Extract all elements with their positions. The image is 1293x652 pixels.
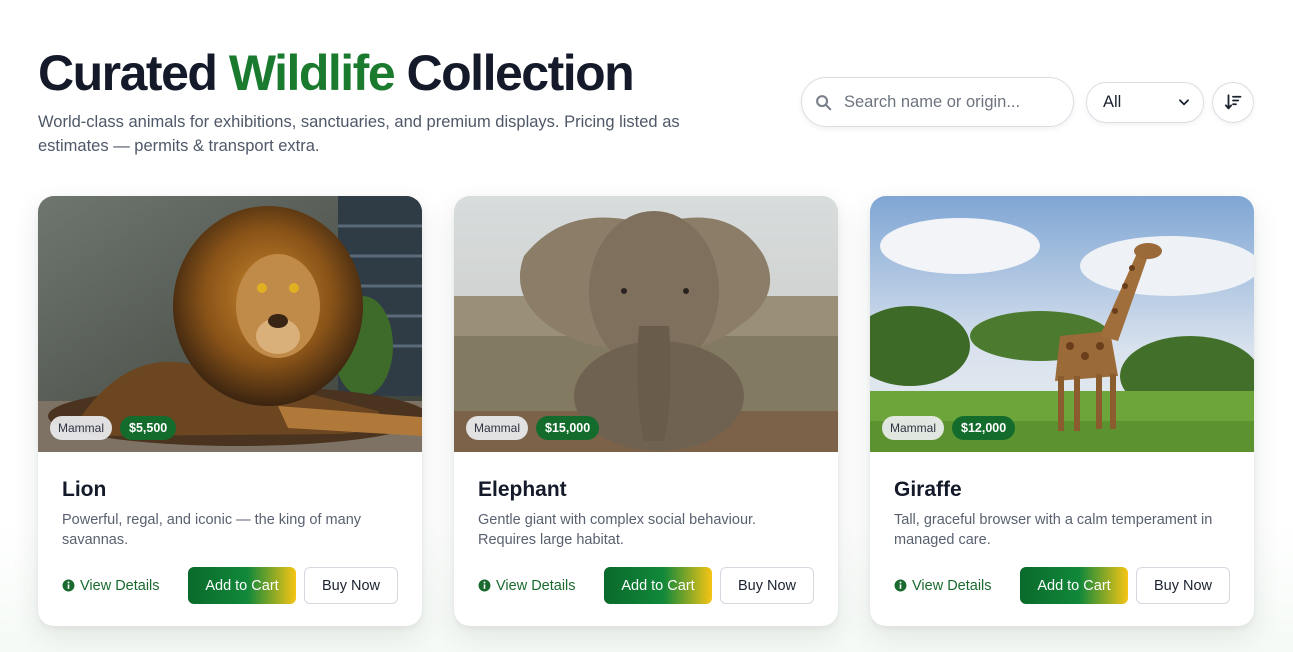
giraffe-image[interactable]: Mammal $12,000 bbox=[870, 196, 1254, 452]
card-body: Lion Powerful, regal, and iconic — the k… bbox=[38, 452, 422, 604]
card-title: Giraffe bbox=[894, 478, 962, 501]
view-details-label: View Details bbox=[80, 577, 160, 594]
badge-row: Mammal $5,500 bbox=[50, 416, 177, 440]
product-grid: Mammal $5,500 Lion Powerful, regal, and … bbox=[38, 196, 1254, 626]
sort-descending-icon bbox=[1224, 94, 1242, 110]
page-header: Curated Wildlife Collection World-class … bbox=[38, 44, 738, 158]
buy-now-button[interactable]: Buy Now bbox=[1136, 567, 1230, 604]
title-part-2: Collection bbox=[394, 45, 635, 101]
card-actions: View Details Add to Cart Buy Now bbox=[62, 567, 398, 604]
view-details-label: View Details bbox=[496, 577, 576, 594]
sort-button[interactable] bbox=[1212, 81, 1254, 123]
badge-row: Mammal $12,000 bbox=[882, 416, 1016, 440]
search-input[interactable] bbox=[844, 92, 1054, 112]
view-details-link[interactable]: View Details bbox=[62, 578, 188, 594]
card-body: Elephant Gentle giant with complex socia… bbox=[454, 452, 838, 604]
category-badge: Mammal bbox=[466, 416, 529, 440]
card-description: Gentle giant with complex social behavio… bbox=[478, 512, 757, 548]
add-to-cart-button[interactable]: Add to Cart bbox=[188, 567, 296, 604]
product-card-elephant: Mammal $15,000 Elephant Gentle giant wit… bbox=[454, 196, 838, 626]
card-body: Giraffe Tall, graceful browser with a ca… bbox=[870, 452, 1254, 604]
card-actions: View Details Add to Cart Buy Now bbox=[894, 567, 1230, 604]
chevron-down-icon bbox=[1179, 99, 1189, 106]
view-details-link[interactable]: View Details bbox=[894, 578, 1020, 594]
buy-now-button[interactable]: Buy Now bbox=[720, 567, 814, 604]
card-actions: View Details Add to Cart Buy Now bbox=[478, 567, 814, 604]
badge-row: Mammal $15,000 bbox=[466, 416, 600, 440]
search-box[interactable] bbox=[801, 77, 1074, 127]
view-details-label: View Details bbox=[912, 577, 992, 594]
toolbar: All bbox=[801, 77, 1254, 127]
filter-value: All bbox=[1103, 92, 1122, 111]
card-description: Powerful, regal, and iconic — the king o… bbox=[62, 512, 362, 548]
info-icon bbox=[478, 579, 491, 592]
card-title: Elephant bbox=[478, 478, 567, 501]
buy-now-button[interactable]: Buy Now bbox=[304, 567, 398, 604]
title-accent: Wildlife bbox=[228, 45, 396, 101]
add-to-cart-button[interactable]: Add to Cart bbox=[1020, 567, 1128, 604]
page-title: Curated Wildlife Collection bbox=[38, 44, 738, 102]
card-title: Lion bbox=[62, 478, 107, 501]
info-icon bbox=[894, 579, 907, 592]
category-badge: Mammal bbox=[50, 416, 113, 440]
card-description: Tall, graceful browser with a calm tempe… bbox=[894, 512, 1213, 548]
category-filter-select[interactable]: All bbox=[1086, 81, 1204, 123]
add-to-cart-button[interactable]: Add to Cart bbox=[604, 567, 712, 604]
product-card-lion: Mammal $5,500 Lion Powerful, regal, and … bbox=[38, 196, 422, 626]
view-details-link[interactable]: View Details bbox=[478, 578, 604, 594]
price-badge: $5,500 bbox=[120, 416, 177, 440]
price-badge: $15,000 bbox=[536, 416, 600, 440]
lion-image[interactable]: Mammal $5,500 bbox=[38, 196, 422, 452]
elephant-image[interactable]: Mammal $15,000 bbox=[454, 196, 838, 452]
price-badge: $12,000 bbox=[952, 416, 1016, 440]
category-badge: Mammal bbox=[882, 416, 945, 440]
info-icon bbox=[62, 579, 75, 592]
title-part-1: Curated bbox=[38, 45, 229, 101]
product-card-giraffe: Mammal $12,000 Giraffe Tall, graceful br… bbox=[870, 196, 1254, 626]
search-icon bbox=[816, 94, 832, 110]
page-subtitle: World-class animals for exhibitions, san… bbox=[38, 113, 680, 155]
